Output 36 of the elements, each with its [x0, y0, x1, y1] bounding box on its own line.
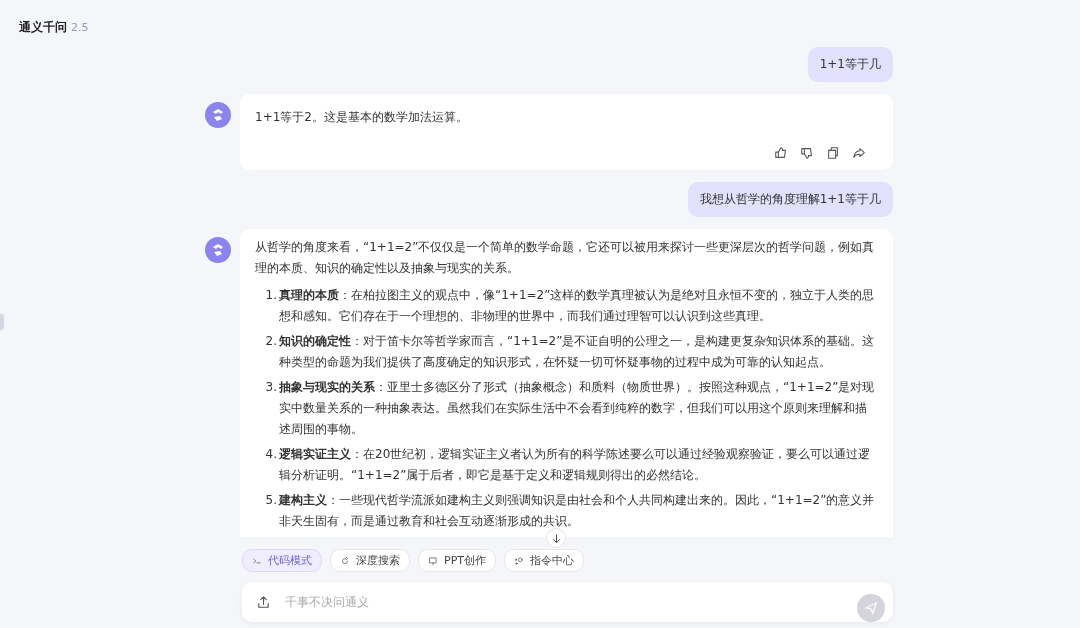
slide-icon[interactable]: [428, 555, 438, 566]
refresh-icon[interactable]: [340, 555, 350, 566]
list-number: 3.: [265, 379, 277, 396]
message-field[interactable]: 千事不决问通义: [283, 594, 845, 610]
list-number: 5.: [265, 492, 277, 509]
list-number: 2.: [265, 333, 277, 350]
assistant-avatar: [205, 237, 231, 263]
share-icon[interactable]: [852, 146, 866, 160]
list-number: 1.: [265, 287, 277, 304]
mode-chip[interactable]: 深度搜索: [330, 549, 410, 572]
sidebar-handle[interactable]: [0, 314, 4, 330]
list-number: 4.: [265, 446, 277, 463]
mode-chip[interactable]: 指令中心: [504, 549, 584, 572]
nodes-icon[interactable]: [514, 555, 524, 566]
answer-text: 1+1等于2。这是基本的数学加法运算。: [255, 109, 469, 126]
list-text: 真理的本质：在柏拉图主义的观点中，像“1+1=2”这样的数学真理被认为是绝对且永恒不变的，独立于人类的思想和感知。它们存在于一个理想的、非物理的世界中，而我们通过理智可以认识到这些真理。: [279, 287, 876, 325]
user-message: 我想从哲学的角度理解1+1等于几: [687, 182, 893, 217]
version-label: 2.5: [71, 21, 89, 34]
message-input[interactable]: 千事不决问通义: [242, 582, 893, 622]
list-text: 知识的确定性：对于笛卡尔等哲学家而言，“1+1=2”是不证自明的公理之一，是构建更复杂知识体系的基础。这种类型的命题为我们提供了高度确定的知识形式，在怀疑一切可怀疑事物的过程中成为可靠的认知起点。: [279, 333, 876, 371]
user-message: 1+1等于几: [807, 47, 893, 82]
upload-icon[interactable]: [256, 594, 271, 610]
list-text: 建构主义：一些现代哲学流派如建构主义则强调知识是由社会和个人共同构建出来的。因此，“1+1=2”的意义并非天生固有，而是通过教育和社会互动逐渐形成的共识。: [279, 492, 876, 530]
mode-chip[interactable]: 代码模式: [242, 549, 322, 572]
list-text: 逻辑实证主义：在20世纪初，逻辑实证主义者认为所有的科学陈述要么可以通过经验观察验证，要么可以通过逻辑分析证明。“1+1=2”属于后者，即它是基于定义和逻辑规则得出的必然结论。: [279, 446, 872, 484]
copy-icon[interactable]: [826, 146, 840, 160]
answer-text: 从哲学的角度来看，“1+1=2”不仅仅是一个简单的数学命题，它还可以被用来探讨一些更深层次的哲学问题，例如真理的本质、知识的确定性以及抽象与现实的关系。: [255, 239, 876, 277]
assistant-avatar: [205, 102, 231, 128]
send-icon: [864, 601, 878, 615]
arrow-down-icon: [550, 532, 562, 544]
scroll-down-button[interactable]: [546, 528, 566, 548]
thumbs-down-icon[interactable]: [800, 146, 814, 160]
thumbs-up-icon[interactable]: [774, 146, 788, 160]
list-text: 抽象与现实的关系：亚里士多德区分了形式（抽象概念）和质料（物质世界）。按照这种观点，“1+1=2”是对现实中数量关系的一种抽象表达。虽然我们在实际生活中不会看到纯粹的数字，但我们可以用这个原则来理解和描述周围的事物。: [279, 379, 876, 438]
app-title: 通义千问: [19, 19, 67, 36]
mode-chip[interactable]: PPT创作: [418, 549, 496, 572]
